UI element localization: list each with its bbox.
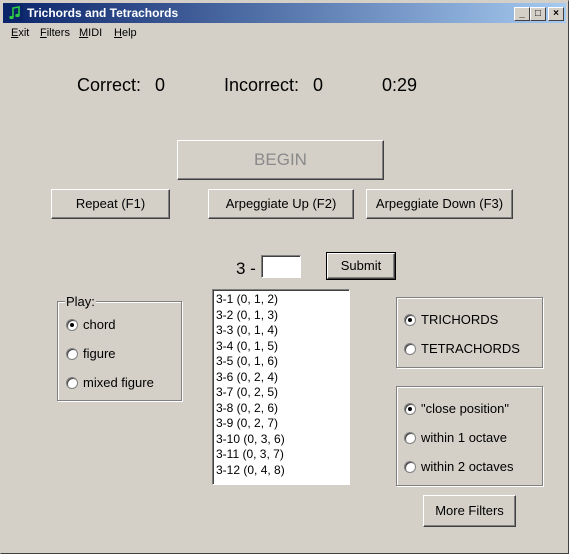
repeat-button[interactable]: Repeat (F1) [51, 189, 170, 219]
list-item[interactable]: 3-2 (0, 1, 3) [216, 308, 349, 324]
music-note-icon [7, 5, 23, 21]
answer-input[interactable] [261, 255, 301, 278]
menu-help[interactable]: Help [114, 26, 137, 40]
maximize-icon: □ [534, 8, 542, 19]
chord-type-groupbox [396, 297, 543, 368]
list-item[interactable]: 3-5 (0, 1, 6) [216, 354, 349, 370]
begin-button[interactable]: BEGIN [177, 140, 384, 180]
menu-filters[interactable]: Filters [40, 26, 70, 40]
radio-unselected-icon [66, 377, 78, 389]
list-item[interactable]: 3-8 (0, 2, 6) [216, 401, 349, 417]
radio-selected-icon [404, 403, 416, 415]
incorrect-label: Incorrect: [224, 75, 300, 95]
minimize-icon: _ [519, 8, 525, 19]
correct-label: Correct: [77, 75, 142, 95]
list-item[interactable]: 3-1 (0, 1, 2) [216, 292, 349, 308]
list-item[interactable]: 3-6 (0, 2, 4) [216, 370, 349, 386]
app-window: Trichords and Tetrachords _ □ × Exit Fil… [0, 0, 569, 554]
close-button[interactable]: × [548, 7, 564, 21]
more-filters-button[interactable]: More Filters [423, 495, 516, 527]
list-item[interactable]: 3-11 (0, 3, 7) [216, 447, 349, 463]
radio-selected-icon [404, 314, 416, 326]
list-item[interactable]: 3-10 (0, 3, 6) [216, 432, 349, 448]
set-class-listbox[interactable]: 3-1 (0, 1, 2) 3-2 (0, 1, 3) 3-3 (0, 1, 4… [212, 289, 350, 485]
list-item[interactable]: 3-4 (0, 1, 5) [216, 339, 349, 355]
list-item[interactable]: 3-9 (0, 2, 7) [216, 416, 349, 432]
list-item[interactable]: 3-7 (0, 2, 5) [216, 385, 349, 401]
arpeggiate-down-button[interactable]: Arpeggiate Down (F3) [366, 189, 513, 219]
window-title: Trichords and Tetrachords [27, 6, 179, 20]
minimize-button[interactable]: _ [514, 7, 530, 21]
maximize-button[interactable]: □ [530, 7, 546, 21]
list-item[interactable]: 3-12 (0, 4, 8) [216, 463, 349, 479]
close-icon: × [553, 8, 559, 19]
answer-prefix: 3 - [236, 259, 256, 278]
correct-count: 0 [155, 75, 166, 95]
menu-exit[interactable]: Exit [11, 26, 29, 40]
radio-unselected-icon [404, 432, 416, 444]
radio-unselected-icon [66, 348, 78, 360]
timer-display: 0:29 [382, 75, 418, 95]
menu-bar: Exit Filters MIDI Help [3, 24, 566, 42]
incorrect-count: 0 [313, 75, 324, 95]
play-group-legend: Play: [65, 294, 96, 309]
radio-selected-icon [66, 319, 78, 331]
menu-midi[interactable]: MIDI [79, 26, 102, 40]
radio-unselected-icon [404, 461, 416, 473]
title-bar[interactable]: Trichords and Tetrachords _ □ × [3, 3, 566, 23]
arpeggiate-up-button[interactable]: Arpeggiate Up (F2) [208, 189, 354, 219]
list-item[interactable]: 3-3 (0, 1, 4) [216, 323, 349, 339]
submit-button[interactable]: Submit [326, 252, 396, 280]
radio-unselected-icon [404, 343, 416, 355]
